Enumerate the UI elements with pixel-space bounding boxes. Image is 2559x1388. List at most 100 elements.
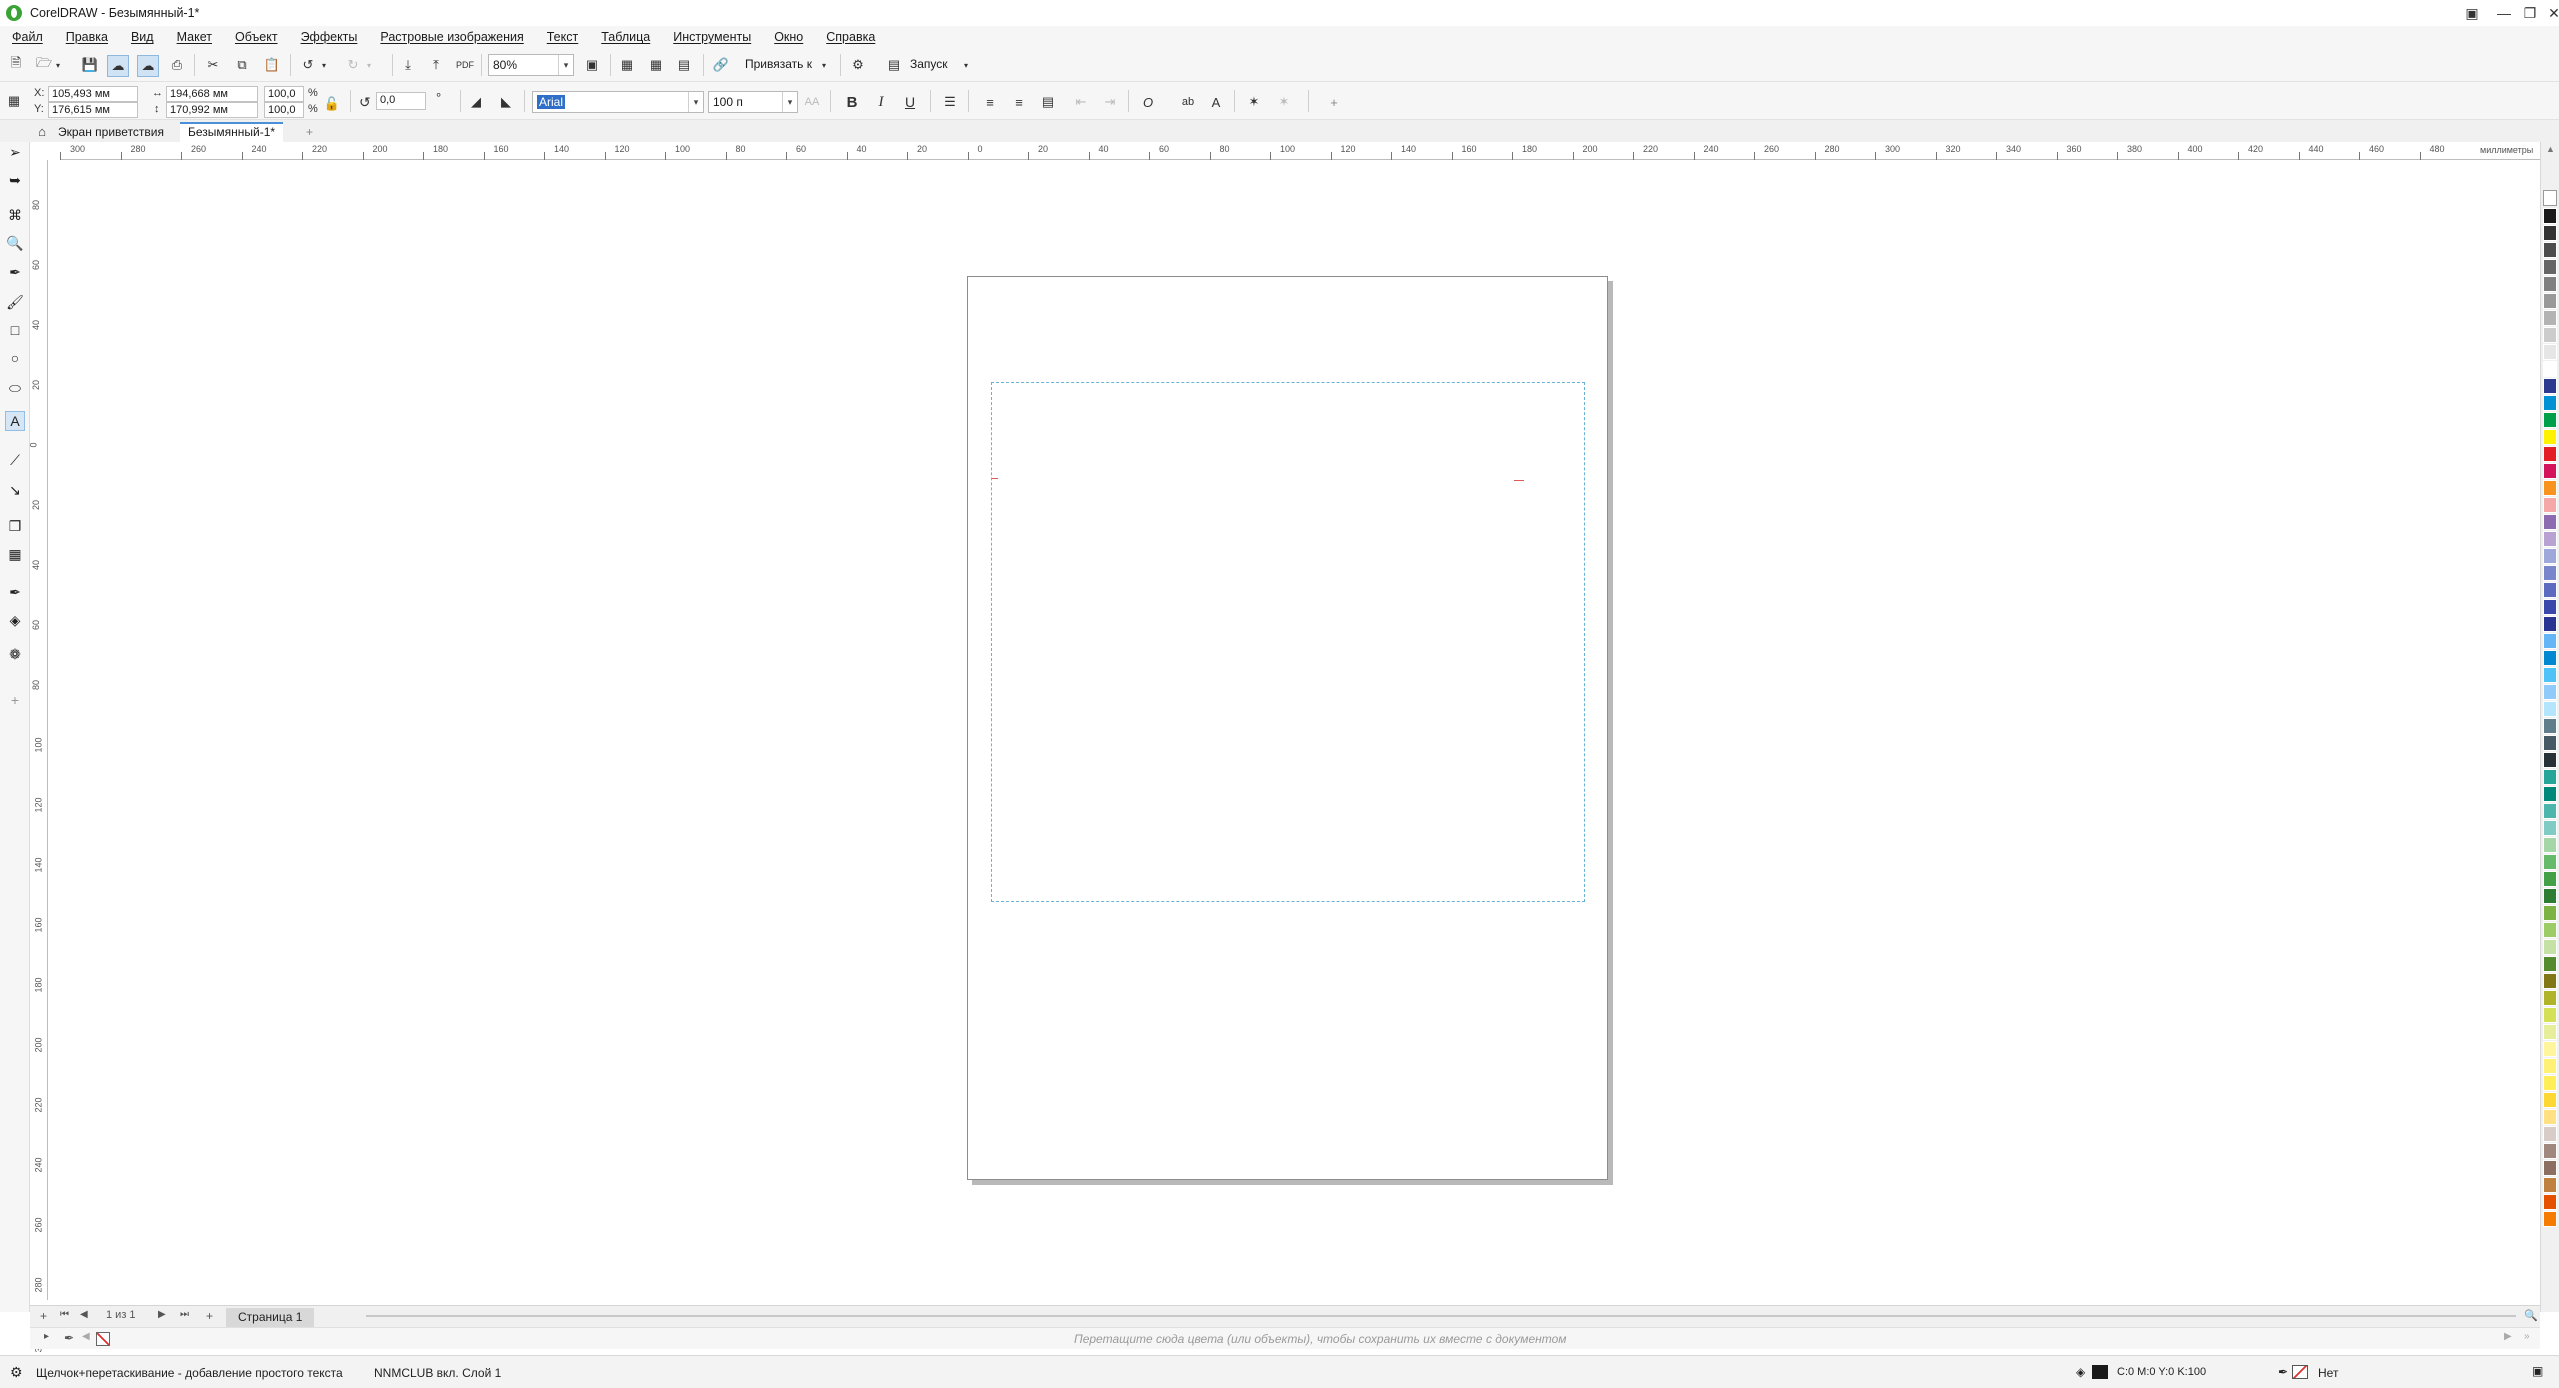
zoom-level-combo[interactable]: 80% ▾: [488, 54, 574, 76]
mirror-horizontal-icon[interactable]: ◢: [466, 92, 486, 112]
palette-swatch[interactable]: [2543, 1160, 2557, 1176]
add-tool-icon[interactable]: +: [5, 690, 25, 710]
menu-help[interactable]: Справка: [826, 30, 875, 44]
transparency-tool-icon[interactable]: ▦: [5, 544, 25, 564]
palette-swatch[interactable]: [2543, 633, 2557, 649]
palette-swatch[interactable]: [2543, 616, 2557, 632]
decrease-indent-icon[interactable]: ⇤: [1071, 92, 1091, 112]
palette-swatch[interactable]: [2543, 344, 2557, 360]
palette-expand-icon[interactable]: ▸: [44, 1331, 49, 1342]
options-gear-icon[interactable]: ⚙: [848, 55, 868, 75]
palette-swatch[interactable]: [2543, 650, 2557, 666]
show-rulers-icon[interactable]: ▦: [617, 55, 637, 75]
artistic-media-tool-icon[interactable]: 🖌: [5, 292, 25, 312]
copy-icon[interactable]: ⧉: [232, 55, 252, 75]
palette-swatch[interactable]: [2543, 1075, 2557, 1091]
home-icon[interactable]: ⌂: [32, 121, 52, 141]
palette-swatch[interactable]: [2543, 531, 2557, 547]
palette-swatch[interactable]: [2543, 361, 2557, 377]
add-tab-button[interactable]: +: [298, 122, 321, 142]
open-icon[interactable]: 🗁: [34, 55, 54, 75]
horizontal-scrollbar[interactable]: [366, 1315, 2516, 1317]
horizontal-ruler[interactable]: миллиметры 300 280 260 240 220 200 180 160 140 12…: [60, 142, 2540, 160]
menu-object[interactable]: Объект: [235, 30, 278, 44]
palette-swatch[interactable]: [2543, 395, 2557, 411]
height-field[interactable]: 170,992 мм: [166, 102, 258, 118]
palette-swatch[interactable]: [2543, 837, 2557, 853]
redo-icon[interactable]: ↻: [343, 55, 363, 75]
menu-tools[interactable]: Инструменты: [673, 30, 751, 44]
mirror-vertical-icon[interactable]: ◣: [496, 92, 516, 112]
reference-point-icon[interactable]: ▦: [4, 91, 24, 111]
palette-swatch[interactable]: [2543, 1041, 2557, 1057]
fill-color-swatch[interactable]: [2092, 1365, 2108, 1379]
palette-swatch[interactable]: [2543, 990, 2557, 1006]
convert-curves-icon[interactable]: ✶: [1244, 92, 1264, 112]
shape-tool-icon[interactable]: ➥: [5, 170, 25, 190]
palette-swatch[interactable]: [2543, 327, 2557, 343]
x-position-field[interactable]: 105,493 мм: [48, 86, 138, 102]
italic-button[interactable]: I: [871, 92, 891, 112]
palette-swatch[interactable]: [2543, 973, 2557, 989]
palette-swatch[interactable]: [2543, 1177, 2557, 1193]
snap-chevron-down-icon[interactable]: ▾: [818, 55, 830, 75]
ellipse-tool-icon[interactable]: ○: [5, 348, 25, 368]
palette-swatch[interactable]: [2543, 1109, 2557, 1125]
numbered-list-icon[interactable]: ≡: [1009, 92, 1029, 112]
text-align-icon[interactable]: ☰: [940, 92, 960, 112]
rectangle-tool-icon[interactable]: □: [5, 320, 25, 340]
menu-bitmaps[interactable]: Растровые изображения: [380, 30, 523, 44]
undo-dropdown-icon[interactable]: ▾: [318, 55, 330, 75]
open-dropdown-icon[interactable]: ▾: [52, 55, 64, 75]
rotation-field[interactable]: 0,0: [376, 92, 426, 110]
palette-swatch[interactable]: [2543, 1007, 2557, 1023]
palette-swatch[interactable]: [2543, 565, 2557, 581]
palette-swatch[interactable]: [2543, 684, 2557, 700]
palette-swatch[interactable]: [2543, 786, 2557, 802]
palette-swatch[interactable]: [2543, 242, 2557, 258]
increase-indent-icon[interactable]: ⇥: [1100, 92, 1120, 112]
page-tab-1[interactable]: Страница 1: [226, 1308, 315, 1327]
pick-tool-icon[interactable]: ➢: [5, 142, 25, 162]
smart-fill-tool-icon[interactable]: ❁: [5, 644, 25, 664]
palette-swatch[interactable]: [2543, 412, 2557, 428]
palette-swatch[interactable]: [2543, 769, 2557, 785]
tab-welcome-screen[interactable]: Экран приветствия: [50, 122, 172, 142]
undo-icon[interactable]: ↺: [298, 55, 318, 75]
palette-swatch[interactable]: [2543, 820, 2557, 836]
scale-width-field[interactable]: 100,0: [264, 86, 304, 102]
eyedropper-tool-icon[interactable]: ✒: [5, 582, 25, 602]
palette-scroll-up-icon[interactable]: ▲: [2546, 144, 2555, 154]
drop-cap-icon[interactable]: ▤: [1038, 92, 1058, 112]
drop-shadow-tool-icon[interactable]: ❐: [5, 516, 25, 536]
text-frame-handle-right[interactable]: [1514, 480, 1524, 481]
last-page-icon[interactable]: ⏭: [180, 1309, 189, 1320]
menu-effects[interactable]: Эффекты: [301, 30, 358, 44]
vertical-ruler[interactable]: 80 60 40 20 0 20 40 60 80 100 120 140 160 180 200 220 24…: [29, 160, 48, 1353]
palette-swatch[interactable]: [2543, 939, 2557, 955]
palette-swatch[interactable]: [2543, 429, 2557, 445]
menu-table[interactable]: Таблица: [601, 30, 650, 44]
launch-app-icon[interactable]: ▤: [884, 55, 904, 75]
remove-curves-icon[interactable]: ✶: [1274, 92, 1294, 112]
font-family-combo[interactable]: Arial ▾: [532, 91, 704, 113]
palette-swatch[interactable]: [2543, 497, 2557, 513]
palette-swatch[interactable]: [2543, 735, 2557, 751]
palette-swatch[interactable]: [2543, 718, 2557, 734]
next-page-icon[interactable]: ▶: [158, 1309, 166, 1320]
palette-swatch[interactable]: [2543, 667, 2557, 683]
text-frame-handle-left[interactable]: [992, 478, 998, 479]
palette-swatch[interactable]: [2543, 1211, 2557, 1227]
palette-swatch[interactable]: [2543, 1058, 2557, 1074]
palette-swatch[interactable]: [2543, 1126, 2557, 1142]
crop-tool-icon[interactable]: ⌘: [5, 205, 25, 225]
first-page-icon[interactable]: ⏮: [60, 1309, 69, 1320]
status-settings-icon[interactable]: ⚙: [10, 1364, 23, 1381]
color-proof-icon[interactable]: ▣: [2532, 1364, 2543, 1378]
add-property-icon[interactable]: +: [1324, 92, 1344, 112]
palette-scroll-left-icon[interactable]: ◀: [82, 1331, 90, 1342]
width-field[interactable]: 194,668 мм: [166, 86, 258, 102]
menu-view[interactable]: Вид: [131, 30, 154, 44]
bold-button[interactable]: B: [842, 92, 862, 112]
zoom-nav-icon[interactable]: 🔍: [2524, 1309, 2538, 1322]
